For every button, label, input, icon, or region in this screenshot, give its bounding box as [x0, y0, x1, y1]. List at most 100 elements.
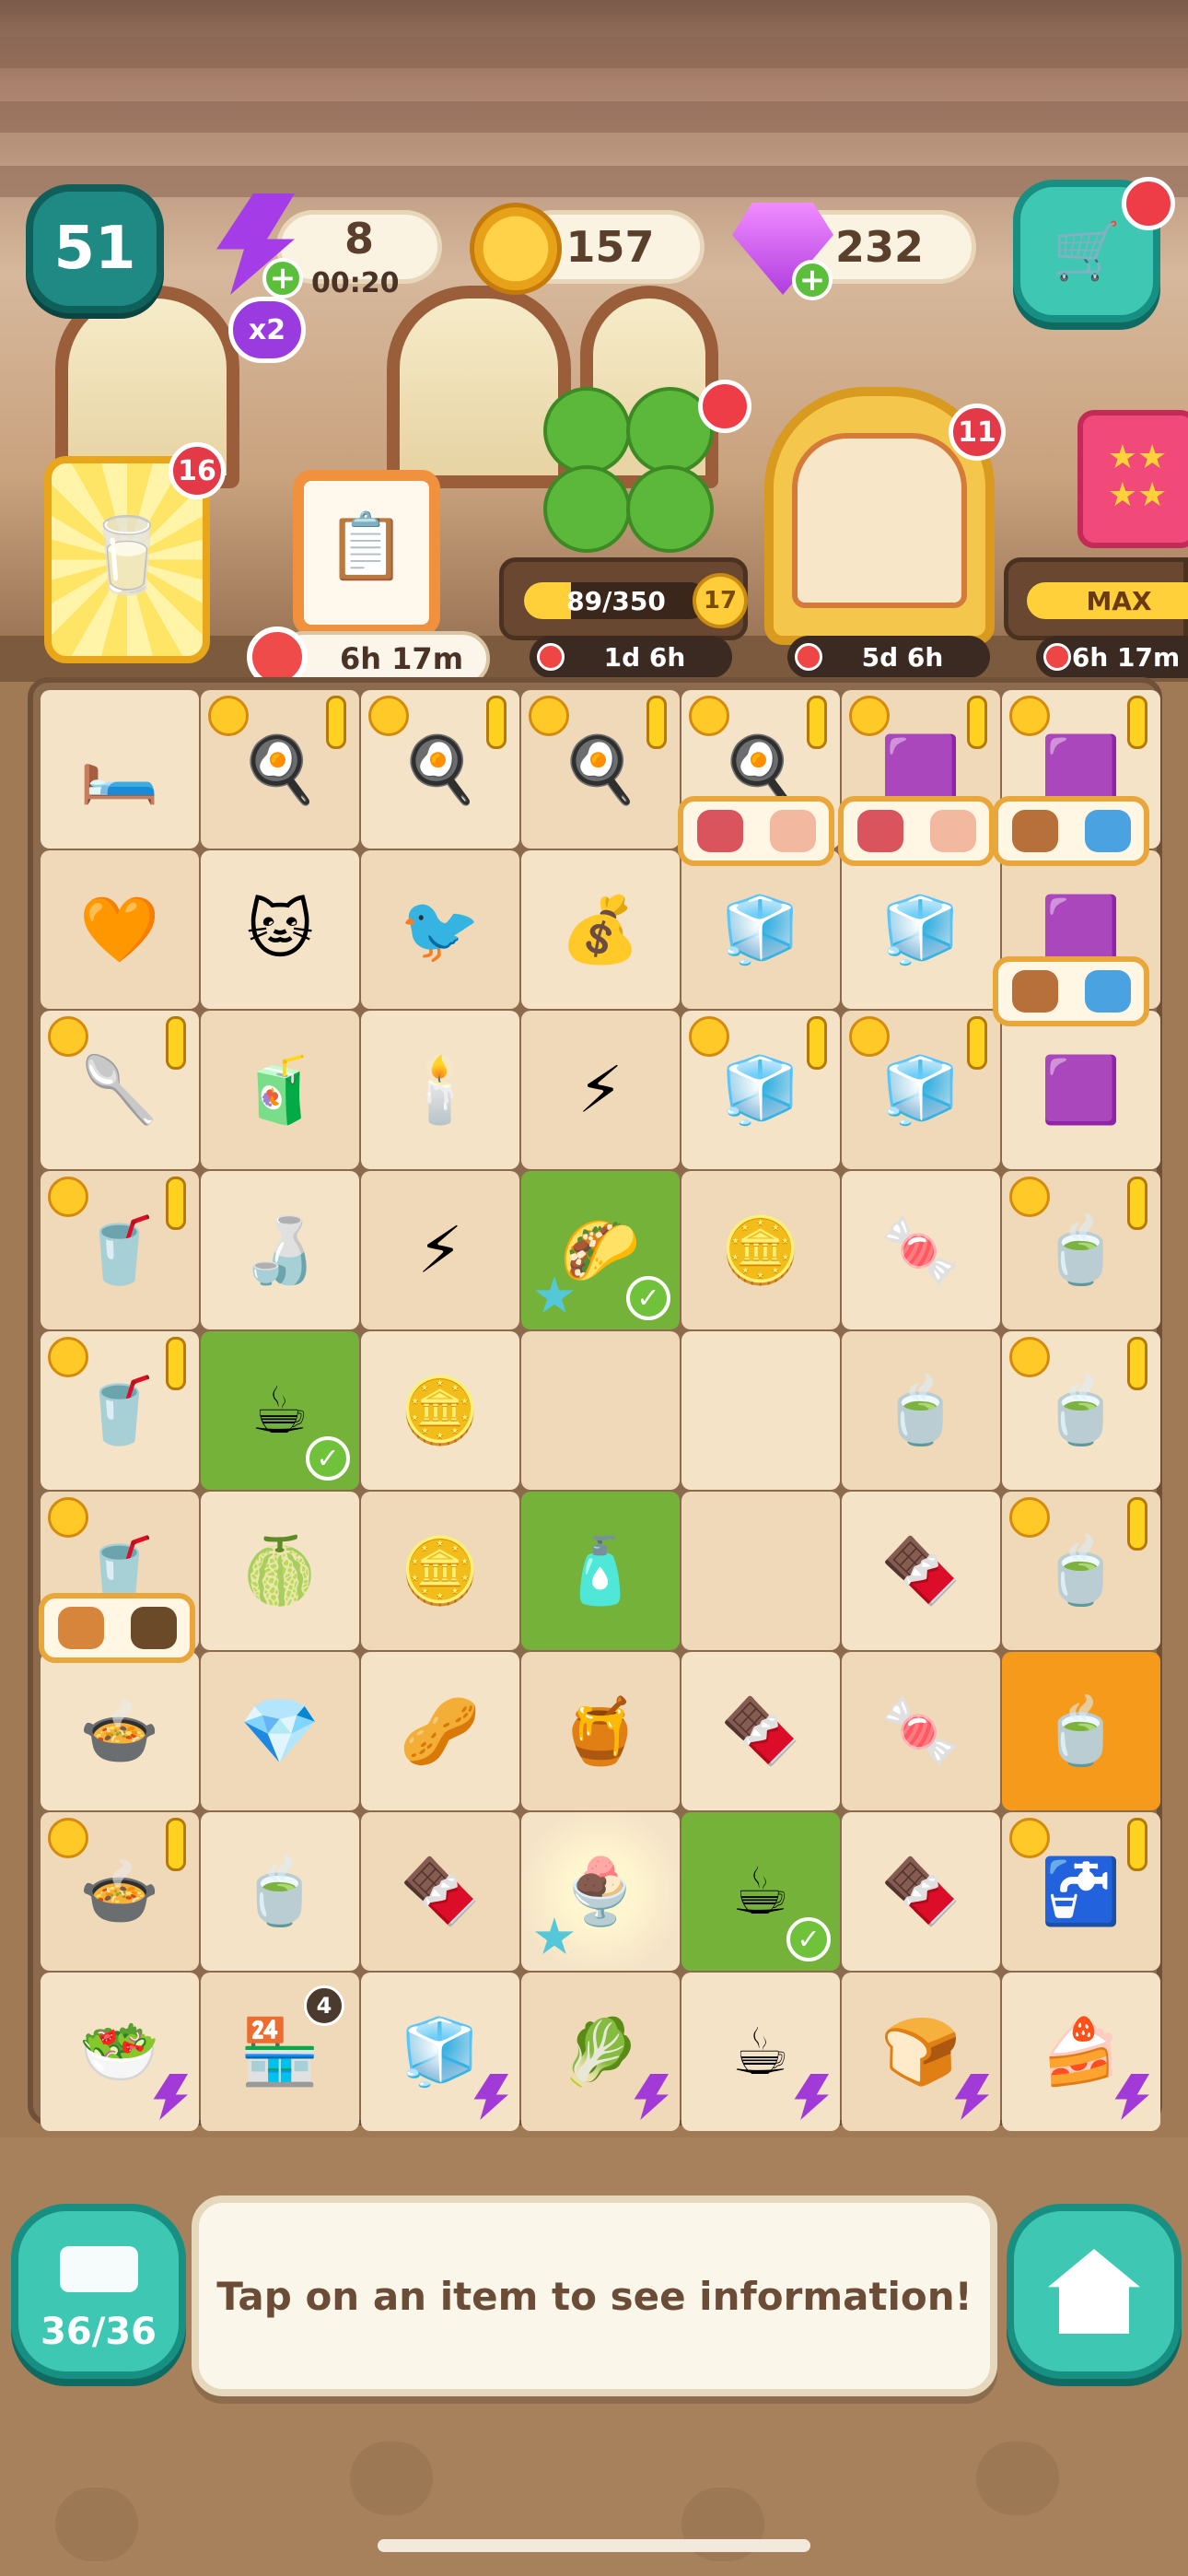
tea-bags-icon[interactable]: 🍵: [861, 1351, 981, 1470]
lime-icon[interactable]: 🍈: [220, 1511, 340, 1631]
board-cell[interactable]: 🐦: [361, 850, 519, 1009]
cat-cushion-icon[interactable]: 🧡: [60, 870, 180, 989]
deep-fryer-icon[interactable]: 🧊: [701, 870, 821, 989]
deep-fryer-icon[interactable]: 🧊: [861, 870, 981, 989]
board-cell[interactable]: 🍵: [201, 1812, 359, 1971]
board-cell[interactable]: 🍵: [1002, 1331, 1160, 1490]
board-cell[interactable]: 🍬: [842, 1171, 1000, 1329]
board-cell[interactable]: 🍨: [521, 1812, 680, 1971]
cooking-pot-icon[interactable]: 🍲: [60, 1671, 180, 1791]
board-cell[interactable]: ⚡: [361, 1171, 519, 1329]
board-cell[interactable]: ☕ ✓: [681, 1812, 840, 1971]
board-cell[interactable]: [521, 1331, 680, 1490]
board-cell[interactable]: 🍶: [201, 1171, 359, 1329]
board-cell[interactable]: 🪙: [361, 1331, 519, 1490]
board-cell[interactable]: 🍬: [842, 1652, 1000, 1810]
board-cell[interactable]: 🍳: [201, 690, 359, 849]
board-cell[interactable]: 🟪: [1002, 1011, 1160, 1169]
board-cell[interactable]: 💰: [521, 850, 680, 1009]
add-gems-button[interactable]: +: [792, 260, 833, 300]
home-button[interactable]: [1007, 2204, 1182, 2379]
board-cell[interactable]: 💎: [201, 1652, 359, 1810]
board-cell[interactable]: 🪙: [681, 1171, 840, 1329]
pistachio-icon[interactable]: 🥜: [380, 1671, 500, 1791]
juice-bottle-icon[interactable]: 🧃: [220, 1030, 340, 1150]
board-cell[interactable]: [681, 1492, 840, 1650]
chocolate-bar-icon[interactable]: 🍫: [380, 1832, 500, 1951]
player-level-badge[interactable]: 51: [26, 184, 164, 313]
board-cell[interactable]: 🍰: [1002, 1973, 1160, 2131]
board-cell[interactable]: 🧊: [842, 1011, 1000, 1169]
star-pack-card[interactable]: ★★ ★★: [1077, 410, 1188, 548]
board-cell[interactable]: 🛏️: [41, 690, 199, 849]
board-cell[interactable]: 🥗: [41, 1973, 199, 2131]
board-cell[interactable]: 🪙: [361, 1492, 519, 1650]
board-cell[interactable]: 🍳: [361, 690, 519, 849]
energy-bundle-icon[interactable]: ⚡: [380, 1190, 500, 1310]
tea-table-icon[interactable]: 🍵: [1021, 1671, 1141, 1791]
board-cell[interactable]: 🌮 ✓: [521, 1171, 680, 1329]
board-cell[interactable]: 🍫: [361, 1812, 519, 1971]
soda-bottle-icon[interactable]: 🍶: [220, 1190, 340, 1310]
board-cell[interactable]: 🧊: [361, 1973, 519, 2131]
coin-icon[interactable]: 🪙: [380, 1351, 500, 1470]
board-cell[interactable]: ☕ ✓: [201, 1331, 359, 1490]
board-cell[interactable]: 🍈: [201, 1492, 359, 1650]
board-cell[interactable]: 🕯️: [361, 1011, 519, 1169]
board-cell[interactable]: 🍵: [1002, 1652, 1160, 1810]
board-cell[interactable]: 🥤: [41, 1171, 199, 1329]
board-cell[interactable]: 🥄: [41, 1011, 199, 1169]
board-cell[interactable]: 🍵: [1002, 1492, 1160, 1650]
candle-warmer-icon[interactable]: 🕯️: [380, 1030, 500, 1150]
inventory-button[interactable]: 36/36: [11, 2204, 186, 2379]
board-cell[interactable]: ☕: [681, 1973, 840, 2131]
board-cell[interactable]: 🥤: [41, 1331, 199, 1490]
energy-multiplier-badge[interactable]: x2: [228, 297, 306, 363]
board-cell[interactable]: 🍲: [41, 1652, 199, 1810]
pet-bed-icon[interactable]: 🛏️: [60, 709, 180, 829]
board-cell[interactable]: 🧊: [681, 1011, 840, 1169]
bird-toy-icon[interactable]: 🐦: [380, 870, 500, 989]
honey-bear-icon[interactable]: 🍯: [541, 1671, 660, 1791]
board-cell[interactable]: 🧊: [681, 850, 840, 1009]
marshmallow-icon[interactable]: 🍬: [861, 1190, 981, 1310]
board-cell[interactable]: 🧴: [521, 1492, 680, 1650]
board-cell[interactable]: [681, 1331, 840, 1490]
gem-cluster-icon[interactable]: 💎: [220, 1671, 340, 1791]
board-cell[interactable]: 🍵: [842, 1331, 1000, 1490]
fudge-cubes-icon[interactable]: 🍫: [861, 1832, 981, 1951]
candy-icon[interactable]: 🍬: [861, 1671, 981, 1791]
board-cell[interactable]: 🧊: [842, 850, 1000, 1009]
clover-event[interactable]: [543, 387, 718, 571]
board-cell[interactable]: 🥬: [521, 1973, 680, 2131]
cat-toy-icon[interactable]: 🐱: [220, 870, 340, 989]
board-cell[interactable]: 🍲: [41, 1812, 199, 1971]
board-cell[interactable]: ⚡: [521, 1011, 680, 1169]
energy-bolt-icon[interactable]: ⚡: [541, 1030, 660, 1150]
board-cell[interactable]: 🍫: [681, 1652, 840, 1810]
coin-pair-icon[interactable]: 🪙: [380, 1511, 500, 1631]
board-cell[interactable]: 🍳: [521, 690, 680, 849]
tea-cup-icon[interactable]: 🍵: [220, 1832, 340, 1951]
chocolate-bar-icon[interactable]: 🍫: [701, 1671, 821, 1791]
home-indicator[interactable]: [378, 2539, 810, 2552]
add-energy-button[interactable]: +: [262, 258, 303, 299]
board-cell[interactable]: 🏪 4: [201, 1973, 359, 2131]
board-cell[interactable]: 🍵: [1002, 1171, 1160, 1329]
coin-pair-icon[interactable]: 🪙: [701, 1190, 821, 1310]
board-cell[interactable]: 🥜: [361, 1652, 519, 1810]
board-cell[interactable]: 🧡: [41, 850, 199, 1009]
oven-icon[interactable]: 🟪: [1021, 1030, 1141, 1150]
board-cell[interactable]: 🚰: [1002, 1812, 1160, 1971]
syrup-bottle-icon[interactable]: 🍫: [861, 1511, 981, 1631]
board-cell[interactable]: 🍫: [842, 1492, 1000, 1650]
board-cell[interactable]: 🍯: [521, 1652, 680, 1810]
board-cell[interactable]: 🍞: [842, 1973, 1000, 2131]
alarm-clock-icon: [795, 643, 822, 671]
board-cell[interactable]: 🐱: [201, 850, 359, 1009]
tasks-clipboard[interactable]: 📋: [293, 470, 440, 636]
coin-stack-icon[interactable]: 💰: [541, 870, 660, 989]
board-cell[interactable]: 🍫: [842, 1812, 1000, 1971]
extract-bottle-icon[interactable]: 🧴: [541, 1511, 660, 1631]
board-cell[interactable]: 🧃: [201, 1011, 359, 1169]
